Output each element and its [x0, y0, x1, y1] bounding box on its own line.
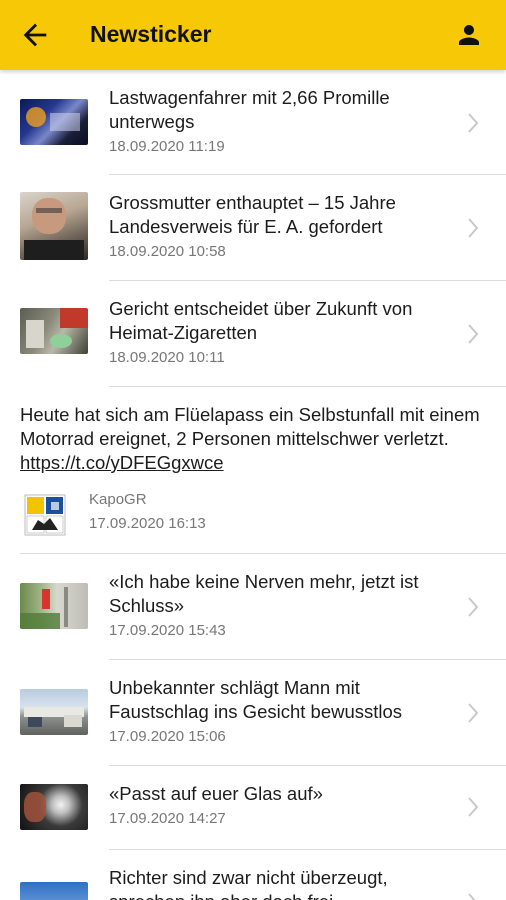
app-bar: Newsticker: [0, 0, 506, 70]
list-item[interactable]: Grossmutter enthauptet – 15 Jahre Landes…: [0, 175, 506, 281]
news-headline: Gericht entscheidet über Zukunft von Hei…: [109, 298, 413, 343]
tweet-date: 17.09.2020 16:13: [89, 515, 206, 532]
person-icon[interactable]: [454, 20, 484, 50]
list-item[interactable]: Unbekannter schlägt Mann mit Faustschlag…: [0, 660, 506, 766]
news-headline: Lastwagenfahrer mit 2,66 Promille unterw…: [109, 87, 390, 132]
news-headline: Unbekannter schlägt Mann mit Faustschlag…: [109, 677, 403, 722]
chevron-right-icon: [468, 218, 479, 238]
news-thumbnail: [20, 308, 88, 354]
news-thumbnail: [20, 99, 88, 145]
news-headline: Richter sind zwar nicht überzeugt, sprec…: [109, 867, 388, 900]
chevron-right-icon: [468, 597, 479, 617]
chevron-right-icon: [468, 797, 479, 817]
news-headline: «Passt auf euer Glas auf»: [109, 783, 323, 804]
arrow-left-icon[interactable]: [18, 18, 52, 52]
news-date: 17.09.2020 14:27: [109, 810, 226, 827]
news-thumbnail: [20, 689, 88, 735]
news-thumbnail: [20, 882, 88, 900]
list-item[interactable]: Gericht entscheidet über Zukunft von Hei…: [0, 281, 506, 387]
chevron-right-icon: [468, 113, 479, 133]
news-date: 17.09.2020 15:06: [109, 728, 226, 745]
list-item[interactable]: Lastwagenfahrer mit 2,66 Promille unterw…: [0, 70, 506, 175]
list-item[interactable]: «Ich habe keine Nerven mehr, jetzt ist S…: [0, 554, 506, 660]
news-date: 18.09.2020 10:11: [109, 349, 225, 366]
page-title: Newsticker: [90, 21, 212, 47]
news-headline: «Ich habe keine Nerven mehr, jetzt ist S…: [109, 571, 419, 616]
news-thumbnail: [20, 583, 88, 629]
chevron-right-icon: [468, 324, 479, 344]
tweet-author: KapoGR: [89, 491, 147, 508]
news-date: 18.09.2020 11:19: [109, 138, 225, 155]
chevron-right-icon: [468, 703, 479, 723]
tweet-text-block: Heute hat sich am Flüelapass ein Selbstu…: [20, 403, 486, 475]
tweet-text: Heute hat sich am Flüelapass ein Selbstu…: [20, 404, 480, 449]
list-item[interactable]: Richter sind zwar nicht überzeugt, sprec…: [0, 850, 506, 900]
news-date: 17.09.2020 15:43: [109, 622, 226, 639]
list-item[interactable]: «Passt auf euer Glas auf» 17.09.2020 14:…: [0, 766, 506, 850]
tweet-link[interactable]: https://t.co/yDFEGgxwce: [20, 452, 224, 473]
news-thumbnail: [20, 784, 88, 830]
news-thumbnail: [20, 192, 88, 260]
news-headline: Grossmutter enthauptet – 15 Jahre Landes…: [109, 192, 396, 237]
news-date: 18.09.2020 10:58: [109, 243, 226, 260]
chevron-right-icon: [468, 893, 476, 900]
kapo-logo-icon: [24, 494, 66, 536]
tweet-item[interactable]: Heute hat sich am Flüelapass ein Selbstu…: [0, 387, 506, 554]
